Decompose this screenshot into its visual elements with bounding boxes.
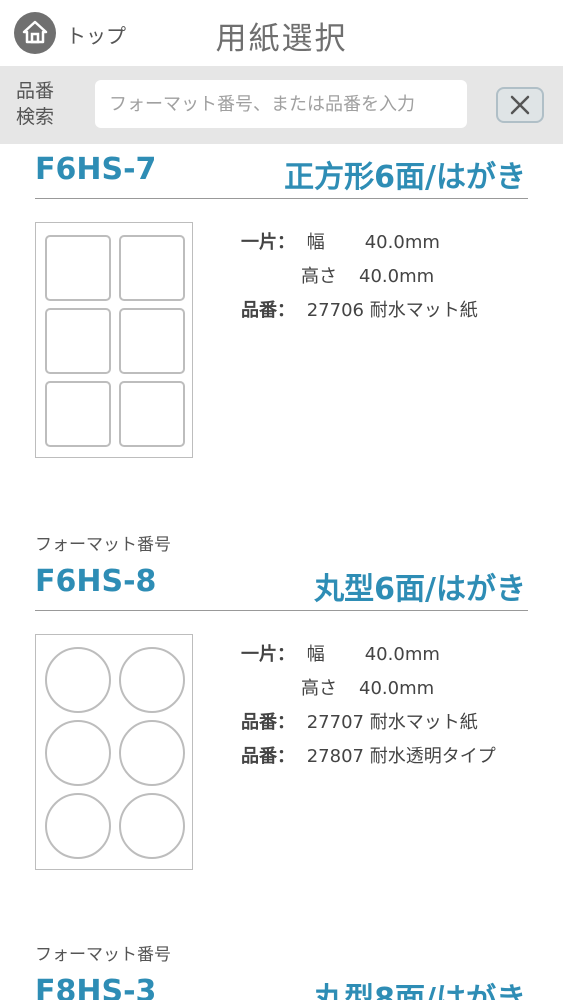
spec-height: 高さ 40.0mm <box>301 678 435 699</box>
divider <box>35 198 528 199</box>
clear-button[interactable] <box>496 87 544 123</box>
app-header: トップ 用紙選択 <box>0 0 563 66</box>
search-bar: 品番 検索 <box>0 66 563 144</box>
search-input[interactable] <box>95 80 467 128</box>
label-cell <box>45 235 111 301</box>
format-name: 丸型6面/はがき <box>314 572 526 607</box>
page-title: 用紙選択 <box>215 21 348 57</box>
spec-part-number: 品番： 27707 耐水マット紙 <box>241 712 478 733</box>
divider <box>35 610 528 611</box>
spec-height: 高さ 40.0mm <box>301 266 435 287</box>
label-cell <box>45 308 111 374</box>
format-name: 正方形6面/はがき <box>284 160 526 195</box>
format-code: F6HS-8 <box>35 564 157 599</box>
label-cell <box>45 381 111 447</box>
spec-width: 一片： 幅 40.0mm <box>241 644 440 665</box>
label-cell <box>119 647 185 713</box>
label-cell <box>45 647 111 713</box>
label-cell <box>119 793 185 859</box>
search-label: 品番 検索 <box>16 80 55 128</box>
format-code: F8HS-3 <box>35 974 157 1000</box>
format-name: 丸型8面/はがき <box>314 982 526 1000</box>
label-cell <box>119 720 185 786</box>
close-icon <box>510 95 530 115</box>
format-number-label: フォーマット番号 <box>35 535 171 555</box>
format-code: F6HS-7 <box>35 152 157 187</box>
label-sheet-preview <box>35 634 193 870</box>
format-number-label: フォーマット番号 <box>35 945 171 965</box>
format-item[interactable]: フォーマット番号 F8HS-3 丸型8面/はがき <box>0 932 563 1000</box>
spec-part-number: 品番： 27807 耐水透明タイプ <box>241 746 496 767</box>
spec-part-number: 品番： 27706 耐水マット紙 <box>241 300 478 321</box>
label-cell <box>45 793 111 859</box>
label-cell <box>119 308 185 374</box>
label-cell <box>119 381 185 447</box>
label-cell <box>119 235 185 301</box>
label-cell <box>45 720 111 786</box>
spec-width: 一片： 幅 40.0mm <box>241 232 440 253</box>
label-sheet-preview <box>35 222 193 458</box>
